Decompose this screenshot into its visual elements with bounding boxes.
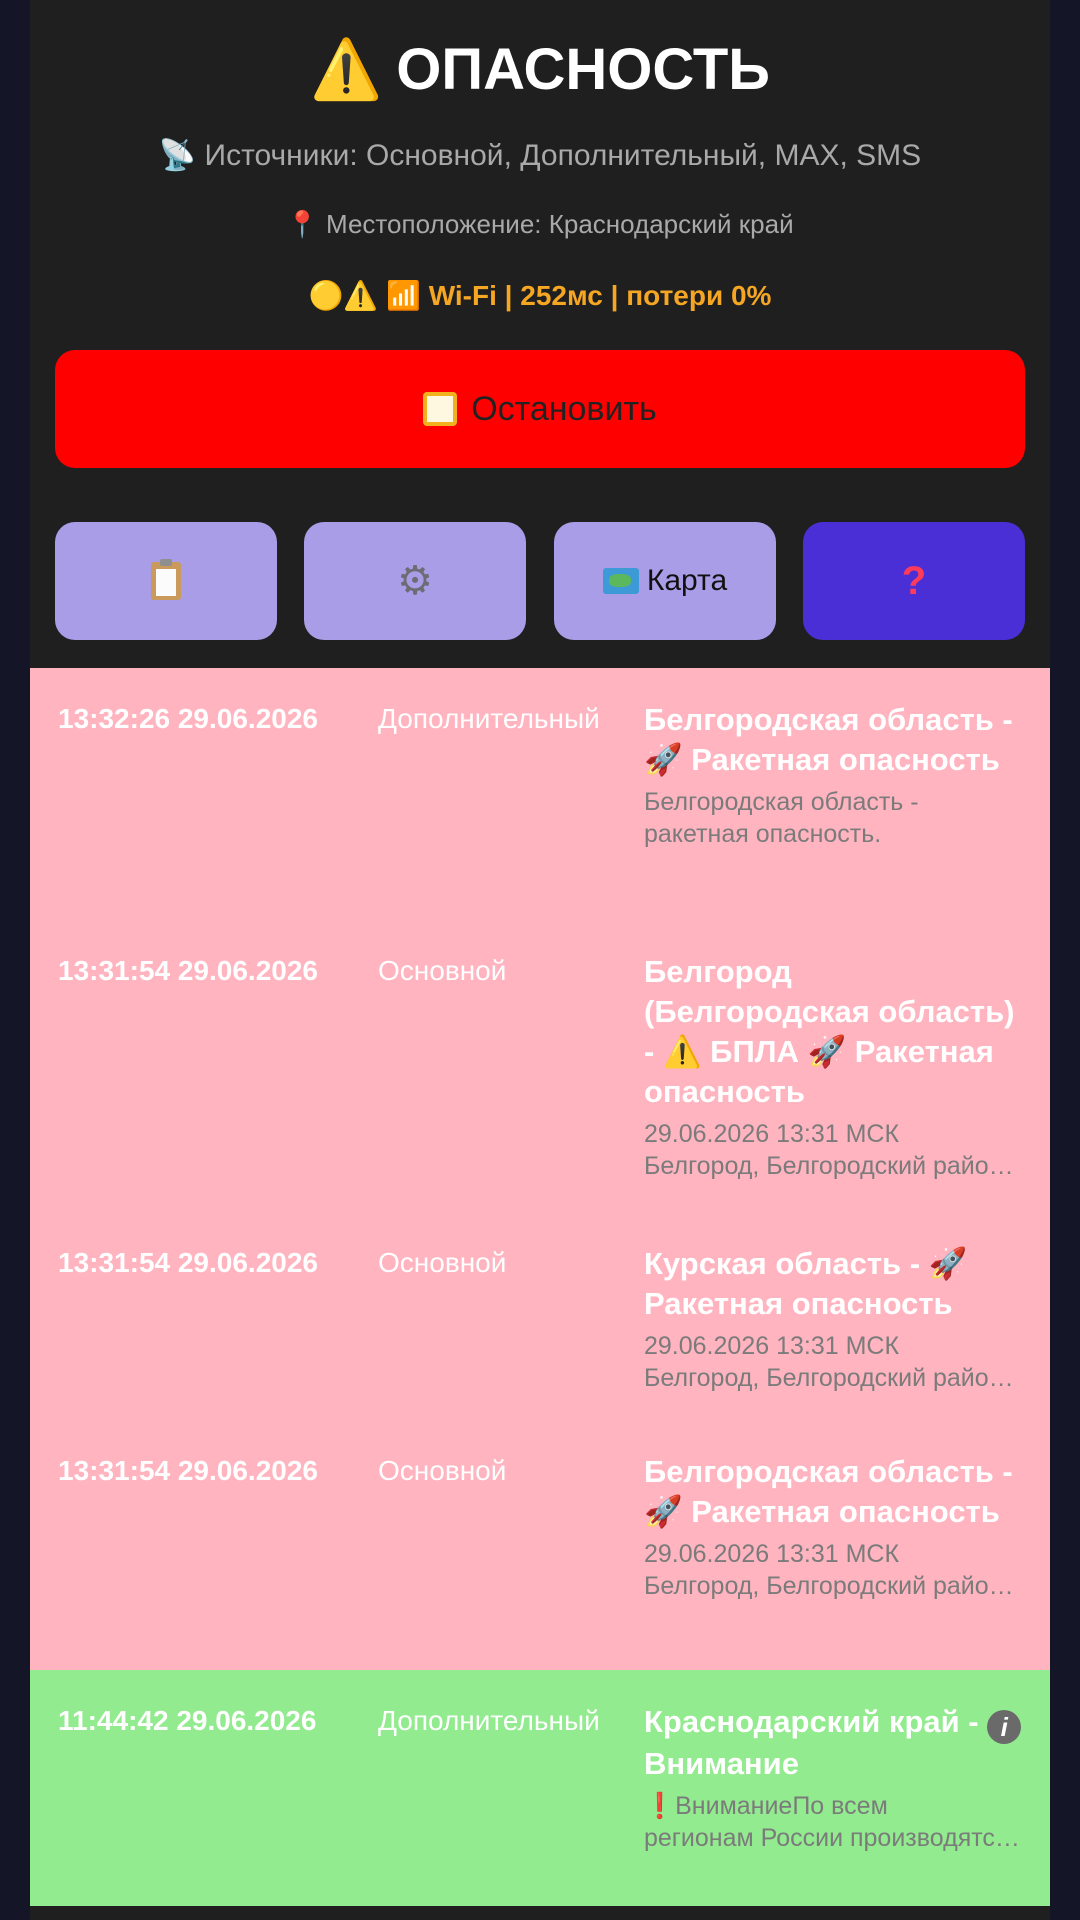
alert-content: Краснодарский край - i Внимание ❗Внимани… [644, 1702, 1024, 1854]
alert-detail-line: 29.06.2026 13:31 МСК [644, 1540, 900, 1568]
alert-row[interactable]: 13:31:54 29.06.2026 Основной Белгородска… [30, 1420, 1050, 1670]
alert-title: Курская область - 🚀 Ракетная опасность [644, 1244, 1024, 1324]
alert-detail-line: регионам России производятся проверки [644, 1824, 1024, 1852]
journal-button[interactable] [55, 522, 277, 640]
alert-title: Белгородская область - 🚀 Ракетная опасно… [644, 1452, 1024, 1532]
alert-title: Белгород (Белгородская область) - ⚠️ БПЛ… [644, 952, 1024, 1112]
rocket-icon: 🚀 [807, 1034, 847, 1069]
sources-text: Источники: Основной, Дополнительный, MAX… [204, 139, 922, 172]
map-icon [602, 568, 639, 594]
alert-source: Дополнительный [378, 1705, 600, 1736]
warning-icon: ⚠️ [310, 37, 383, 102]
alert-time: 13:31:54 29.06.2026 [58, 955, 318, 986]
info-icon: i [987, 1710, 1022, 1744]
alert-source: Дополнительный [378, 703, 600, 734]
alert-content: Белгородская область - 🚀 Ракетная опасно… [644, 700, 1024, 850]
alert-source: Основной [378, 1247, 507, 1278]
satellite-icon: 📡 [158, 139, 197, 172]
alert-detail-line: Белгород, Белгородский район, Белгородск… [644, 1572, 1024, 1600]
alert-title-region: Белгородская область - [644, 702, 1013, 737]
alert-details: Белгородская область - ракетная опасност… [644, 786, 1024, 850]
alert-title: Краснодарский край - i Внимание [644, 1702, 1024, 1784]
map-button-label: Карта [646, 564, 728, 597]
alert-content: Белгород (Белгородская область) - ⚠️ БПЛ… [644, 952, 1024, 1182]
alert-detail-line: Белгород, Белгородский район, Курская об… [644, 1364, 1024, 1392]
alert-detail-line: 29.06.2026 13:31 МСК [644, 1332, 900, 1360]
header-panel: ⚠️ ОПАСНОСТЬ 📡 Источники: Основной, Допол… [30, 0, 1050, 668]
alert-detail-line: ❗ВниманиеПо всем [644, 1792, 888, 1820]
alert-title: Белгородская область - 🚀 Ракетная опасно… [644, 700, 1024, 780]
alert-details: ❗ВниманиеПо всем регионам России произво… [644, 1790, 1024, 1854]
list-bottom-edge [30, 1906, 1050, 1920]
alert-row[interactable]: 13:31:54 29.06.2026 Основной Курская обл… [30, 1212, 1050, 1420]
alert-time: 13:31:54 29.06.2026 [58, 1455, 318, 1486]
alert-content: Курская область - 🚀 Ракетная опасность 2… [644, 1244, 1024, 1394]
map-button[interactable]: Карта [554, 522, 776, 640]
alert-title-region: Краснодарский край - [644, 1704, 988, 1739]
location-line: 📍 Местоположение: Краснодарский край [30, 204, 1050, 244]
alert-app: ⚠️ ОПАСНОСТЬ 📡 Источники: Основной, Допол… [30, 0, 1050, 1920]
alert-title-region: Курская область - [644, 1246, 929, 1281]
gear-icon: ⚙ [397, 559, 433, 603]
alert-title-type: Ракетная опасность [682, 1494, 1000, 1529]
clipboard-icon [151, 559, 181, 600]
alert-time: 13:31:54 29.06.2026 [58, 1247, 318, 1278]
alert-row[interactable]: 13:31:54 29.06.2026 Основной Белгород (Б… [30, 920, 1050, 1212]
alert-detail-line: ракетная опасность. [644, 820, 882, 848]
status-icons: 🟡⚠️ 📶 [308, 280, 421, 311]
alert-title-type: Внимание [644, 1746, 799, 1781]
alert-time: 11:44:42 29.06.2026 [58, 1705, 317, 1736]
stop-button-label: Остановить [471, 389, 657, 428]
connection-status: 🟡⚠️ 📶 Wi-Fi | 252мс | потери 0% [30, 272, 1050, 320]
alert-title-region: Белгородская область - [644, 1454, 1013, 1489]
toolbar: ⚙ Карта ? [55, 522, 1025, 640]
alert-content: Белгородская область - 🚀 Ракетная опасно… [644, 1452, 1024, 1602]
alert-row[interactable]: 13:32:26 29.06.2026 Дополнительный Белго… [30, 668, 1050, 920]
alert-title-type: Ракетная опасность [682, 742, 1000, 777]
alert-detail-line: Белгородская область - [644, 788, 919, 816]
question-icon: ? [901, 559, 927, 603]
alert-details: 29.06.2026 13:31 МСК Белгород, Белгородс… [644, 1118, 1024, 1182]
status-text: Wi-Fi | 252мс | потери 0% [428, 280, 772, 311]
pin-icon: 📍 [286, 209, 319, 239]
settings-button[interactable]: ⚙ [304, 522, 526, 640]
alert-details: 29.06.2026 13:31 МСК Белгород, Белгородс… [644, 1330, 1024, 1394]
alert-time: 13:32:26 29.06.2026 [58, 703, 318, 734]
stop-button[interactable]: Остановить [55, 350, 1025, 468]
page-title: ⚠️ ОПАСНОСТЬ [30, 30, 1050, 110]
stop-square-icon [423, 392, 458, 426]
title-text: ОПАСНОСТЬ [396, 37, 770, 102]
sources-line: 📡 Источники: Основной, Дополнительный, M… [30, 132, 1050, 180]
alert-row[interactable]: 11:44:42 29.06.2026 Дополнительный Красн… [30, 1670, 1050, 1920]
alert-title-type: Ракетная опасность [644, 1286, 953, 1321]
alert-detail-line: Белгород, Белгородский район, Белгородск… [644, 1152, 1024, 1180]
rocket-icon: 🚀 [928, 1246, 968, 1281]
alert-details: 29.06.2026 13:31 МСК Белгород, Белгородс… [644, 1538, 1024, 1602]
alert-source: Основной [378, 1455, 507, 1486]
rocket-icon: 🚀 [644, 1494, 683, 1529]
rocket-icon: 🚀 [644, 742, 683, 777]
alert-detail-line: 29.06.2026 13:31 МСК [644, 1120, 900, 1148]
help-button[interactable]: ? [803, 522, 1025, 640]
alert-list[interactable]: 13:32:26 29.06.2026 Дополнительный Белго… [30, 668, 1050, 1920]
alert-title-type: БПЛА [701, 1034, 808, 1069]
warning-icon: ⚠️ [662, 1034, 702, 1069]
alert-source: Основной [378, 955, 507, 986]
location-text: Местоположение: Краснодарский край [326, 209, 794, 239]
